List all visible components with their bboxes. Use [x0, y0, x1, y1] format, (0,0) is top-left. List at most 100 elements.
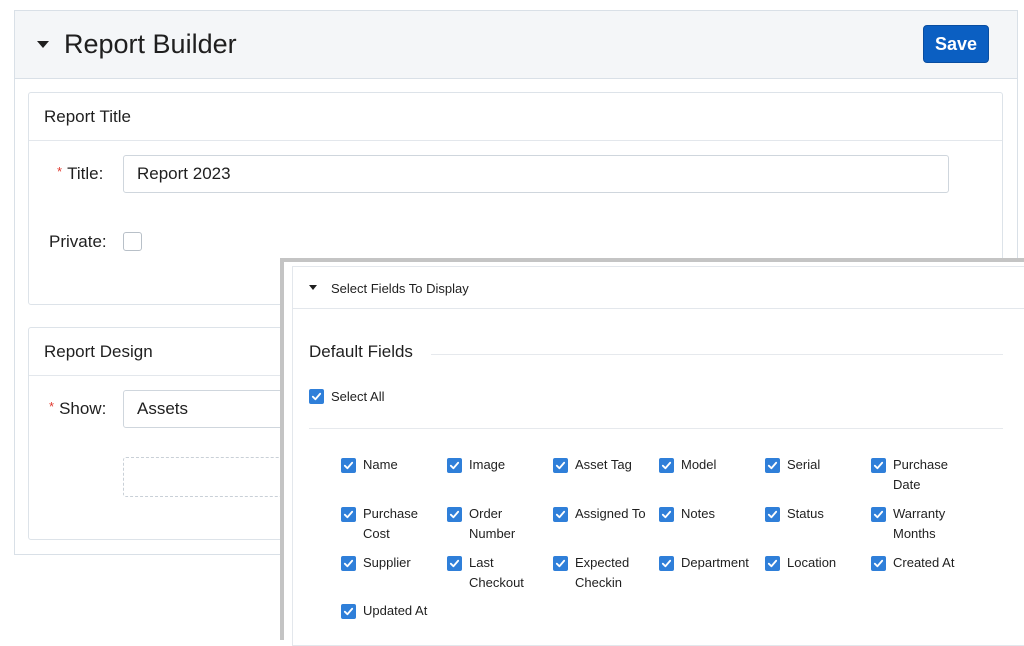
field-checkbox[interactable] — [341, 458, 356, 473]
caret-down-icon[interactable] — [309, 285, 317, 290]
checkmark-icon — [555, 559, 566, 568]
field-checkbox[interactable] — [871, 458, 886, 473]
field-label: Warranty Months — [893, 506, 946, 541]
fields-panel-overlay: Select Fields To Display Default Fields … — [280, 258, 1024, 646]
field-checkbox[interactable] — [553, 556, 568, 571]
page-title: Report Builder — [64, 29, 237, 59]
checkmark-icon — [873, 559, 884, 568]
select-fields-heading: Select Fields To Display — [331, 281, 469, 296]
field-checkbox[interactable] — [447, 507, 462, 522]
field-label: Serial — [787, 457, 821, 472]
field-label: Location — [787, 555, 837, 570]
field-option[interactable]: Status — [765, 506, 824, 524]
field-checkbox[interactable] — [553, 507, 568, 522]
checkmark-icon — [449, 510, 460, 519]
checkmark-icon — [555, 461, 566, 470]
field-option[interactable]: Notes — [659, 506, 715, 524]
field-option[interactable]: Purchase Cost — [341, 506, 418, 544]
field-checkbox[interactable] — [341, 556, 356, 571]
private-field-label: Private: — [49, 232, 107, 251]
field-label: Status — [787, 506, 824, 521]
field-option[interactable]: Purchase Date — [871, 457, 948, 495]
section-divider — [431, 354, 1003, 355]
field-option[interactable]: Last Checkout — [447, 555, 524, 593]
field-label: Asset Tag — [575, 457, 632, 472]
required-marker: * — [57, 164, 63, 179]
field-label: Model — [681, 457, 717, 472]
field-label: Last Checkout — [469, 555, 524, 590]
field-checkbox[interactable] — [659, 556, 674, 571]
required-marker: * — [49, 399, 55, 414]
field-option[interactable]: Image — [447, 457, 505, 475]
field-option[interactable]: Supplier — [341, 555, 411, 573]
field-option[interactable]: Model — [659, 457, 716, 475]
field-option[interactable]: Created At — [871, 555, 954, 573]
checkmark-icon — [555, 510, 566, 519]
field-option[interactable]: Order Number — [447, 506, 515, 544]
checkmark-icon — [449, 461, 460, 470]
default-fields-heading: Default Fields — [309, 342, 413, 361]
checkmark-icon — [311, 392, 322, 401]
field-label: Notes — [681, 506, 715, 521]
field-checkbox[interactable] — [765, 556, 780, 571]
field-option[interactable]: Name — [341, 457, 398, 475]
private-checkbox[interactable] — [123, 232, 142, 251]
select-all-checkbox[interactable] — [309, 389, 324, 404]
field-option[interactable]: Department — [659, 555, 749, 573]
field-label: Assigned To — [575, 506, 646, 521]
checkmark-icon — [767, 461, 778, 470]
field-checkbox[interactable] — [871, 507, 886, 522]
field-label: Image — [469, 457, 506, 472]
save-button[interactable]: Save — [923, 25, 989, 63]
checkmark-icon — [343, 461, 354, 470]
checkmark-icon — [449, 559, 460, 568]
fields-divider — [309, 428, 1003, 429]
field-checkbox[interactable] — [447, 556, 462, 571]
field-label: Department — [681, 555, 749, 570]
field-checkbox[interactable] — [447, 458, 462, 473]
field-option[interactable]: Asset Tag — [553, 457, 632, 475]
caret-down-icon[interactable] — [37, 41, 49, 48]
field-checkbox[interactable] — [659, 507, 674, 522]
field-label: Purchase Cost — [363, 506, 418, 541]
field-label: Updated At — [363, 603, 428, 618]
field-label: Purchase Date — [893, 457, 948, 492]
field-label: Name — [363, 457, 398, 472]
field-option[interactable]: Warranty Months — [871, 506, 945, 544]
field-option[interactable]: Location — [765, 555, 836, 573]
title-field-label: * Title: — [57, 164, 104, 183]
checkmark-icon — [873, 510, 884, 519]
field-checkbox[interactable] — [659, 458, 674, 473]
report-title-heading: Report Title — [44, 107, 131, 126]
field-label: Supplier — [363, 555, 411, 570]
field-checkbox[interactable] — [341, 604, 356, 619]
field-option[interactable]: Serial — [765, 457, 820, 475]
checkmark-icon — [767, 510, 778, 519]
checkmark-icon — [343, 510, 354, 519]
field-label: Created At — [893, 555, 955, 570]
checkmark-icon — [661, 510, 672, 519]
title-input[interactable]: Report 2023 — [123, 155, 949, 193]
field-checkbox[interactable] — [341, 507, 356, 522]
checkmark-icon — [873, 461, 884, 470]
checkmark-icon — [661, 461, 672, 470]
field-checkbox[interactable] — [765, 458, 780, 473]
field-checkbox[interactable] — [765, 507, 780, 522]
select-all-label: Select All — [331, 389, 385, 404]
report-design-heading: Report Design — [44, 342, 153, 361]
select-fields-header[interactable]: Select Fields To Display — [293, 267, 1024, 309]
field-label: Expected Checkin — [575, 555, 630, 590]
field-checkbox[interactable] — [871, 556, 886, 571]
field-option[interactable]: Updated At — [341, 603, 427, 621]
select-all-option[interactable]: Select All — [309, 389, 384, 404]
select-fields-panel: Select Fields To Display Default Fields … — [292, 266, 1024, 646]
field-label: Order Number — [469, 506, 516, 541]
show-field-label: * Show: — [49, 399, 107, 418]
checkmark-icon — [661, 559, 672, 568]
report-builder-header: Report Builder Save — [15, 11, 1017, 79]
report-title-card-header: Report Title — [29, 93, 1002, 141]
field-option[interactable]: Expected Checkin — [553, 555, 629, 593]
checkmark-icon — [343, 559, 354, 568]
field-checkbox[interactable] — [553, 458, 568, 473]
field-option[interactable]: Assigned To — [553, 506, 646, 524]
